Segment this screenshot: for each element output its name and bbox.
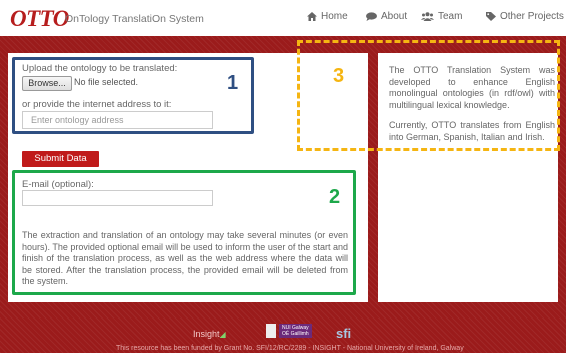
home-icon [307,12,317,21]
nav-other-projects-label: Other Projects [500,11,564,22]
nav-other-projects[interactable]: Other Projects [486,11,564,22]
nav-about-label: About [381,11,408,22]
nui-galway-logo[interactable]: NUI Galway OÉ Gaillimh [266,324,312,338]
nav-about[interactable]: About [366,11,407,22]
leaf-icon: ◢ [219,330,226,339]
annotation-box-2 [12,170,356,295]
annotation-box-1 [12,57,254,134]
site-tagline: OnTology TranslatiOn System [65,13,204,25]
users-icon [421,12,434,21]
nav-team[interactable]: Team [421,11,462,22]
nav-home-label: Home [321,11,348,22]
nui-galway-label: NUI Galway OÉ Gaillimh [279,324,312,338]
annotation-number-3: 3 [333,65,345,87]
insight-logo[interactable]: Insight◢ [193,329,226,339]
nav-team-label: Team [438,11,463,22]
insight-label: Insight [193,329,220,339]
crest-icon [266,324,276,338]
annotation-number-1: 1 [227,72,239,94]
submit-data-button[interactable]: Submit Data [22,151,99,167]
nav-home[interactable]: Home [307,11,348,22]
speech-bubble-icon [366,12,377,21]
annotation-box-3 [297,40,560,151]
sfi-logo[interactable]: sfi [336,326,351,341]
annotation-number-2: 2 [329,186,341,208]
otto-logo[interactable]: OTTO [10,6,69,32]
header-bar: OTTO OnTology TranslatiOn System Home Ab… [0,0,566,36]
tag-icon [486,12,496,21]
funding-text: This resource has been funded by Grant N… [116,345,464,352]
